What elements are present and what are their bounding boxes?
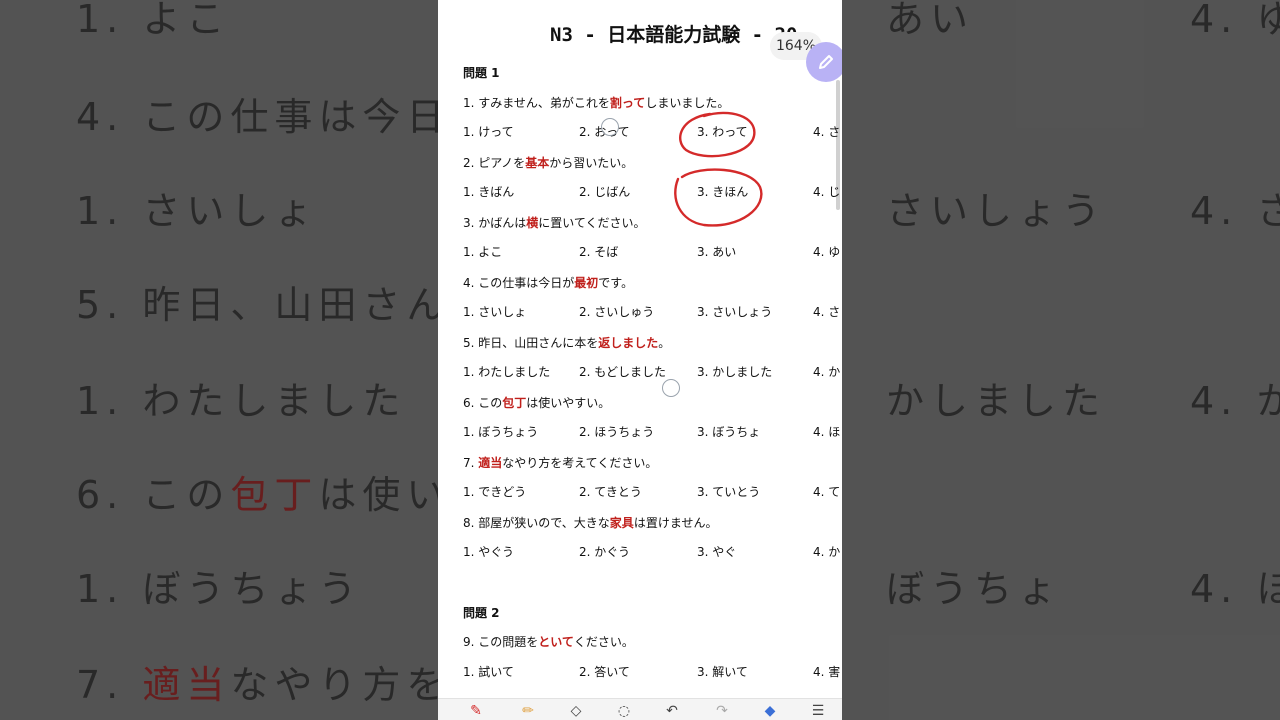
document-title: N3 - 日本語能力試験 - 20 bbox=[550, 24, 798, 46]
option[interactable]: 3. ぼうちょ bbox=[697, 423, 760, 440]
option[interactable]: 4. さ bbox=[813, 303, 840, 320]
option[interactable]: 1. ぼうちょう bbox=[463, 423, 538, 440]
options-row: 1. さいしょ 2. さいしゅう 3. さいしょう 4. さ bbox=[463, 303, 842, 319]
option[interactable]: 2. ほうちょう bbox=[579, 423, 654, 440]
touch-cursor-icon bbox=[601, 118, 619, 136]
section-heading: 問題 2 bbox=[463, 606, 500, 620]
redo-icon[interactable]: ↷ bbox=[712, 703, 732, 719]
question: 5. 昨日、山田さんに本を返しました。 bbox=[463, 336, 671, 350]
options-row: 1. よこ 2. そば 3. あい 4. ゆ bbox=[463, 243, 842, 259]
question: 7. 適当なやり方を考えてください。 bbox=[463, 456, 658, 470]
option[interactable]: 3. さいしょう bbox=[697, 303, 772, 320]
option[interactable]: 4. ほ bbox=[813, 423, 840, 440]
option[interactable]: 1. さいしょ bbox=[463, 303, 526, 320]
option[interactable]: 2. 答いて bbox=[579, 663, 630, 680]
option[interactable]: 3. やぐ bbox=[697, 543, 736, 560]
question: 2. ピアノを基本から習いたい。 bbox=[463, 156, 634, 170]
options-row: 1. けって 2. おって 3. わって 4. さ bbox=[463, 123, 842, 139]
options-row: 1. わたしました 2. もどしました 3. かしました 4. か bbox=[463, 363, 842, 379]
option[interactable]: 1. できどう bbox=[463, 483, 526, 500]
question: 8. 部屋が狭いので、大きな家具は置けません。 bbox=[463, 516, 718, 530]
question: 9. この問題をといてください。 bbox=[463, 635, 634, 649]
question: 3. かばんは横に置いてください。 bbox=[463, 216, 646, 230]
options-row: 1. やぐう 2. かぐう 3. やぐ 4. か bbox=[463, 543, 842, 559]
section-heading: 問題 1 bbox=[463, 66, 500, 80]
option[interactable]: 3. あい bbox=[697, 243, 736, 260]
option[interactable]: 4. じ bbox=[813, 183, 840, 200]
option[interactable]: 4. か bbox=[813, 543, 840, 560]
options-row: 1. きばん 2. じばん 3. きほん 4. じ bbox=[463, 183, 842, 199]
option[interactable]: 1. 試いて bbox=[463, 663, 514, 680]
options-row: 1. ぼうちょう 2. ほうちょう 3. ぼうちょ 4. ほ bbox=[463, 423, 842, 439]
option[interactable]: 3. かしました bbox=[697, 363, 772, 380]
shape-tool-icon[interactable]: ◆ bbox=[760, 703, 780, 719]
pen-fab-button[interactable] bbox=[806, 42, 842, 82]
question: 4. この仕事は今日が最初です。 bbox=[463, 276, 634, 290]
option[interactable]: 3. きほん bbox=[697, 183, 748, 200]
options-row: 1. できどう 2. てきとう 3. ていとう 4. て bbox=[463, 483, 842, 499]
more-tools-icon[interactable]: ☰ bbox=[808, 703, 828, 719]
option[interactable]: 3. ていとう bbox=[697, 483, 760, 500]
annotation-toolbar: ✎ ✏ ◇ ◌ ↶ ↷ ◆ ☰ bbox=[438, 698, 842, 720]
option[interactable]: 1. きばん bbox=[463, 183, 514, 200]
option[interactable]: 4. さ bbox=[813, 123, 840, 140]
document-viewer[interactable]: N3 - 日本語能力試験 - 20 164% 問題 1 1. すみません、弟がこ… bbox=[438, 0, 842, 720]
option[interactable]: 4. 害 bbox=[813, 663, 840, 680]
eraser-tool-icon[interactable]: ◇ bbox=[566, 703, 586, 719]
option[interactable]: 1. やぐう bbox=[463, 543, 514, 560]
option[interactable]: 3. 解いて bbox=[697, 663, 748, 680]
undo-icon[interactable]: ↶ bbox=[662, 703, 682, 719]
option[interactable]: 4. ゆ bbox=[813, 243, 840, 260]
option[interactable]: 1. わたしました bbox=[463, 363, 550, 380]
option[interactable]: 4. か bbox=[813, 363, 840, 380]
option[interactable]: 2. てきとう bbox=[579, 483, 642, 500]
question: 6. この包丁は使いやすい。 bbox=[463, 396, 611, 410]
question: 1. すみません、弟がこれを割ってしまいました。 bbox=[463, 96, 730, 110]
option[interactable]: 4. て bbox=[813, 483, 840, 500]
lasso-tool-icon[interactable]: ◌ bbox=[614, 703, 634, 719]
option[interactable]: 1. けって bbox=[463, 123, 514, 140]
option[interactable]: 2. じばん bbox=[579, 183, 630, 200]
option[interactable]: 2. もどしました bbox=[579, 363, 666, 380]
option[interactable]: 1. よこ bbox=[463, 243, 502, 260]
touch-cursor-icon bbox=[662, 379, 680, 397]
option[interactable]: 2. そば bbox=[579, 243, 618, 260]
options-row: 1. 試いて 2. 答いて 3. 解いて 4. 害 bbox=[463, 663, 842, 679]
option[interactable]: 2. かぐう bbox=[579, 543, 630, 560]
pen-icon bbox=[819, 55, 833, 69]
pen-tool-icon[interactable]: ✎ bbox=[466, 703, 486, 719]
option[interactable]: 3. わって bbox=[697, 123, 748, 140]
option[interactable]: 2. さいしゅう bbox=[579, 303, 654, 320]
highlighter-tool-icon[interactable]: ✏ bbox=[518, 703, 538, 719]
